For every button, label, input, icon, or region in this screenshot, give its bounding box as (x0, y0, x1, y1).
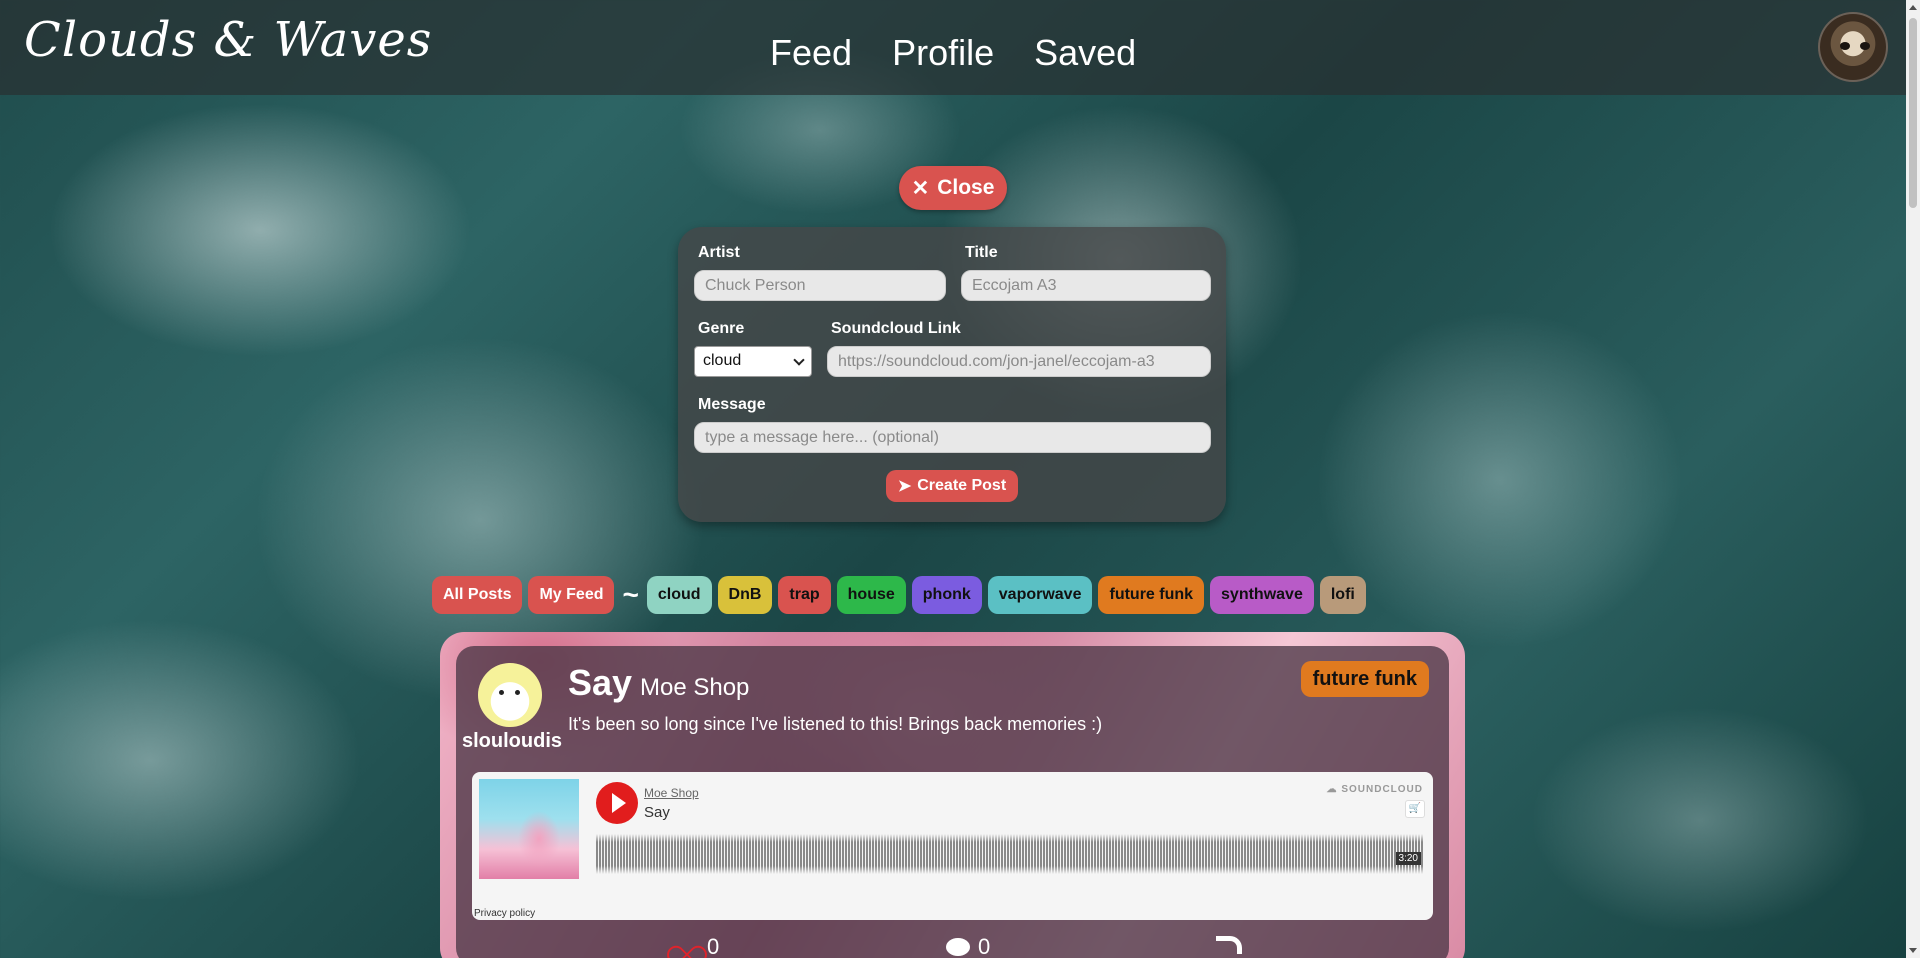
title-label: Title (965, 244, 998, 261)
create-post-form: Artist Chuck Person Title Eccojam A3 Gen… (678, 227, 1226, 522)
genre-select[interactable]: cloud (694, 346, 812, 377)
embed-track-title[interactable]: Say (644, 804, 670, 821)
embed-artist-link[interactable]: Moe Shop (644, 786, 699, 800)
close-form-button[interactable]: ✕ Close (899, 166, 1007, 210)
filter-lofi[interactable]: lofi (1319, 576, 1366, 614)
close-label: Close (937, 176, 995, 199)
main-nav: Feed Profile Saved (770, 32, 1136, 74)
message-label: Message (698, 396, 766, 413)
filter-house[interactable]: house (836, 576, 906, 614)
filter-my-feed[interactable]: My Feed (528, 576, 615, 614)
filter-separator: ~ (622, 579, 639, 610)
artist-input[interactable]: Chuck Person (694, 270, 946, 301)
genre-label: Genre (698, 320, 745, 337)
message-input[interactable]: type a message here... (optional) (694, 422, 1211, 453)
close-icon: ✕ (911, 176, 930, 200)
share-button[interactable] (1216, 936, 1242, 954)
nav-saved[interactable]: Saved (1034, 32, 1136, 74)
poster-username[interactable]: slouloudis (462, 730, 562, 753)
title-input[interactable]: Eccojam A3 (961, 270, 1211, 301)
album-art[interactable] (479, 779, 579, 879)
comment-icon (946, 938, 970, 956)
artist-label: Artist (698, 244, 740, 261)
poster-avatar[interactable] (478, 663, 542, 727)
comment-button[interactable]: 0 (946, 934, 990, 958)
nav-feed[interactable]: Feed (770, 32, 852, 74)
genre-select-value: cloud (703, 352, 742, 369)
filter-trap[interactable]: trap (778, 576, 831, 614)
heart-icon (671, 935, 699, 958)
track-duration: 3:20 (1395, 852, 1421, 865)
chevron-down-icon (793, 354, 805, 366)
song-artist: Moe Shop (640, 674, 750, 701)
filter-synthwave[interactable]: synthwave (1210, 576, 1314, 614)
filter-phonk[interactable]: phonk (911, 576, 982, 614)
post-card: slouloudis Say Moe Shop It's been so lon… (440, 632, 1465, 958)
cart-icon[interactable]: 🛒 (1405, 800, 1425, 818)
comment-count: 0 (978, 934, 991, 958)
post-message: It's been so long since I've listened to… (568, 714, 1103, 734)
top-navbar: Clouds & Waves Feed Profile Saved (0, 0, 1906, 95)
user-avatar[interactable] (1818, 12, 1888, 82)
filter-cloud[interactable]: cloud (646, 576, 712, 614)
soundcloud-link-input[interactable]: https://soundcloud.com/jon-janel/eccojam… (827, 346, 1211, 377)
filter-future-funk[interactable]: future funk (1098, 576, 1205, 614)
song-title: Say (568, 662, 633, 703)
share-icon (1216, 936, 1242, 954)
create-post-button[interactable]: ➤ Create Post (886, 470, 1018, 502)
soundcloud-brand: SOUNDCLOUD (1341, 784, 1423, 795)
send-icon: ➤ (897, 478, 912, 495)
privacy-policy-link[interactable]: Privacy policy (474, 908, 535, 919)
play-button[interactable] (596, 782, 638, 824)
soundcloud-logo[interactable]: ☁ SOUNDCLOUD (1327, 784, 1423, 795)
waveform[interactable] (596, 834, 1423, 874)
genre-filter-bar: All Posts My Feed ~ cloud DnB trap house… (432, 576, 1366, 614)
brand-logo[interactable]: Clouds & Waves (24, 12, 432, 68)
post-card-content: slouloudis Say Moe Shop It's been so lon… (456, 646, 1449, 958)
post-actions: 0 0 (456, 934, 1449, 958)
genre-badge[interactable]: future funk (1300, 661, 1429, 697)
scroll-down-arrow-icon[interactable] (1909, 948, 1917, 953)
soundcloud-embed: Moe Shop Say ☁ SOUNDCLOUD 🛒 3:20 Privacy… (472, 772, 1433, 920)
page-scrollbar[interactable] (1906, 0, 1920, 958)
like-button[interactable]: 0 (671, 934, 719, 958)
soundcloud-link-label: Soundcloud Link (831, 320, 961, 337)
like-count: 0 (707, 934, 720, 958)
create-post-label: Create Post (917, 477, 1007, 494)
scrollbar-thumb[interactable] (1909, 18, 1917, 208)
filter-all-posts[interactable]: All Posts (432, 576, 523, 614)
filter-vaporwave[interactable]: vaporwave (987, 576, 1093, 614)
nav-profile[interactable]: Profile (892, 32, 994, 74)
filter-dnb[interactable]: DnB (717, 576, 773, 614)
scroll-up-arrow-icon[interactable] (1909, 5, 1917, 10)
